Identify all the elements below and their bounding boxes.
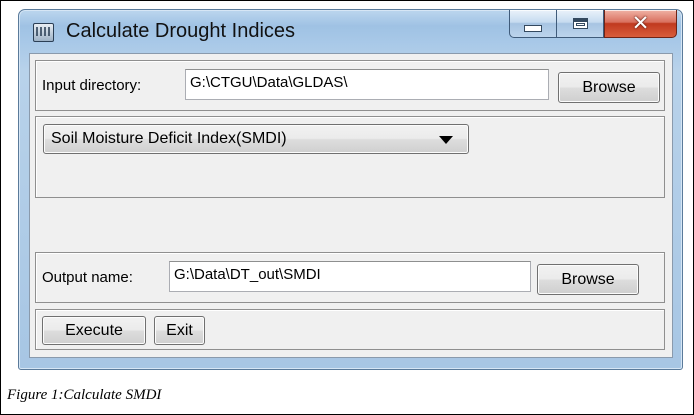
exit-button[interactable]: Exit (154, 316, 205, 345)
input-browse-button[interactable]: Browse (558, 72, 660, 103)
title-bar[interactable]: Calculate Drought Indices ✕ (19, 10, 682, 52)
index-panel: Soil Moisture Deficit Index(SMDI) (35, 116, 665, 198)
close-icon: ✕ (631, 11, 650, 35)
app-window-icon (33, 23, 54, 42)
figure-caption: Figure 1:Calculate SMDI (7, 387, 162, 403)
input-directory-label: Input directory: (42, 77, 142, 94)
caption-buttons: ✕ (509, 10, 677, 38)
output-name-field[interactable]: G:\Data\DT_out\SMDI (169, 261, 531, 292)
output-browse-button[interactable]: Browse (537, 264, 639, 295)
client-area: Input directory: G:\CTGU\Data\GLDAS\ Bro… (29, 53, 673, 358)
output-name-label: Output name: (42, 269, 133, 286)
window-title: Calculate Drought Indices (66, 20, 296, 42)
index-dropdown[interactable]: Soil Moisture Deficit Index(SMDI) (43, 124, 469, 154)
minimize-button[interactable] (509, 10, 556, 38)
execute-button[interactable]: Execute (42, 316, 146, 345)
maximize-button[interactable] (556, 10, 604, 38)
actions-panel: Execute Exit (35, 309, 665, 350)
minimize-icon (524, 25, 542, 32)
figure-frame: Calculate Drought Indices ✕ Input direct… (0, 0, 694, 415)
output-panel: Output name: G:\Data\DT_out\SMDI Browse (35, 252, 665, 303)
input-panel: Input directory: G:\CTGU\Data\GLDAS\ Bro… (35, 60, 665, 111)
close-button[interactable]: ✕ (604, 10, 677, 38)
dropdown-arrow-icon (439, 136, 453, 144)
index-dropdown-value: Soil Moisture Deficit Index(SMDI) (51, 130, 287, 147)
input-directory-field[interactable]: G:\CTGU\Data\GLDAS\ (185, 69, 549, 100)
maximize-icon (572, 18, 588, 29)
